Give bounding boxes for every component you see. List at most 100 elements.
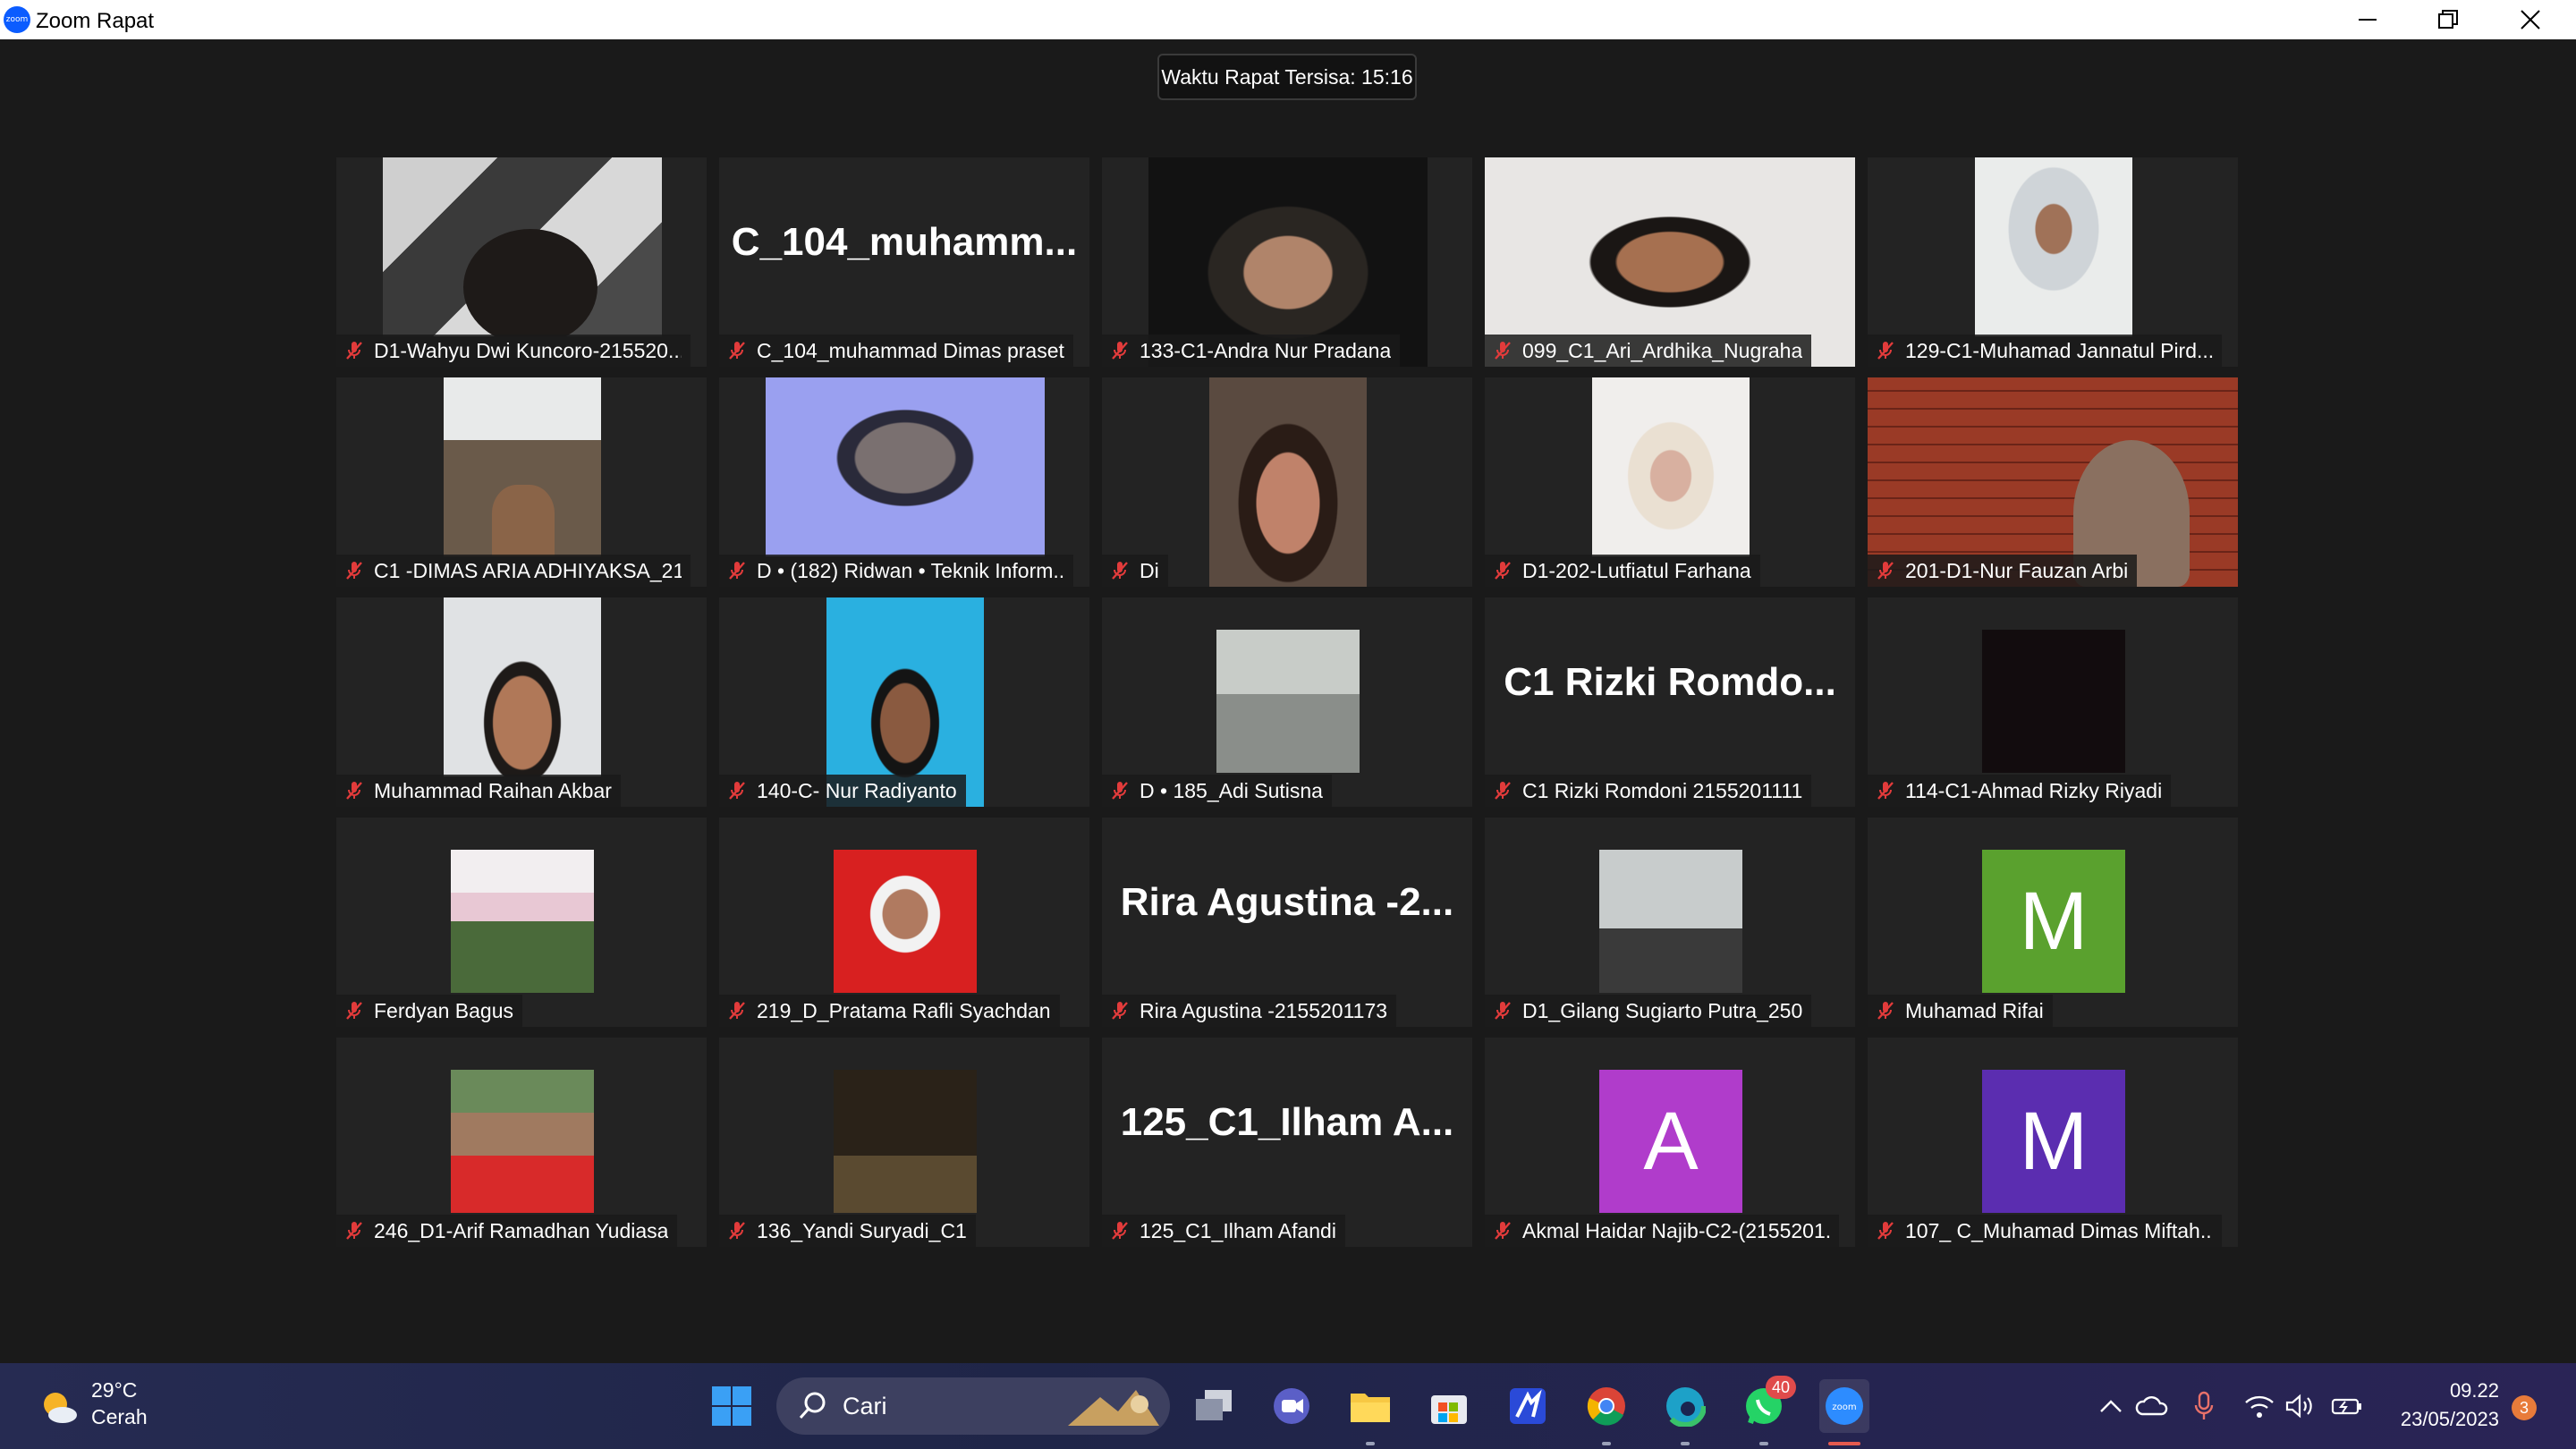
participant-tile[interactable]: D1-202-Lutfiatul Farhana bbox=[1485, 377, 1855, 587]
participant-name-label: D • (182) Ridwan • Teknik Inform... bbox=[719, 555, 1073, 587]
chat-icon bbox=[1274, 1388, 1309, 1424]
edge-button[interactable] bbox=[1662, 1383, 1708, 1429]
mic-muted-icon bbox=[1875, 560, 1896, 581]
restore-button[interactable] bbox=[2408, 0, 2488, 39]
mic-muted-icon bbox=[1492, 340, 1513, 361]
mic-muted-icon bbox=[726, 1220, 748, 1241]
participant-name-label: Muhammad Raihan Akbar bbox=[336, 775, 621, 807]
task-view-button[interactable] bbox=[1191, 1383, 1238, 1429]
running-indicator bbox=[1759, 1442, 1768, 1445]
participant-tile[interactable]: 219_D_Pratama Rafli Syachdan bbox=[719, 818, 1089, 1027]
battery-charging-icon bbox=[2331, 1398, 2361, 1415]
participant-tile[interactable]: 246_D1-Arif Ramadhan Yudiasa bbox=[336, 1038, 707, 1247]
participant-name-label: 201-D1-Nur Fauzan Arbi bbox=[1868, 555, 2138, 587]
search-placeholder: Cari bbox=[843, 1393, 887, 1419]
participant-video bbox=[1592, 377, 1750, 556]
meeting-time-remaining: Waktu Rapat Tersisa: 15:16 bbox=[1157, 54, 1417, 100]
folder-icon bbox=[1351, 1394, 1390, 1422]
close-button[interactable] bbox=[2490, 0, 2571, 39]
whatsapp-unread-badge: 40 bbox=[1766, 1376, 1796, 1399]
participant-tile[interactable]: 133-C1-Andra Nur Pradana bbox=[1102, 157, 1472, 367]
participant-tile[interactable]: D1-Wahyu Dwi Kuncoro-215520... bbox=[336, 157, 707, 367]
minimize-button[interactable] bbox=[2327, 0, 2408, 39]
restore-icon bbox=[2438, 10, 2458, 29]
zoom-icon: zoom bbox=[1826, 1387, 1863, 1425]
mic-muted-icon bbox=[1109, 1000, 1131, 1021]
chevron-up-icon bbox=[2100, 1400, 2122, 1412]
participant-tile[interactable]: 099_C1_Ari_Ardhika_Nugraha bbox=[1485, 157, 1855, 367]
weather-description[interactable]: Cerah bbox=[91, 1405, 148, 1429]
participant-tile[interactable]: A Akmal Haidar Najib-C2-(2155201... bbox=[1485, 1038, 1855, 1247]
participant-photo bbox=[834, 850, 977, 993]
participant-tile[interactable]: 125_C1_Ilham A... 125_C1_Ilham Afandi bbox=[1102, 1038, 1472, 1247]
participant-tile[interactable]: Di bbox=[1102, 377, 1472, 587]
zoom-button[interactable]: zoom bbox=[1819, 1379, 1869, 1433]
mic-muted-icon bbox=[1109, 340, 1131, 361]
participant-tile[interactable]: Ferdyan Bagus bbox=[336, 818, 707, 1027]
microphone-in-use-button[interactable] bbox=[2186, 1388, 2222, 1424]
participant-tile[interactable]: D • 185_Adi Sutisna bbox=[1102, 597, 1472, 807]
microphone-icon bbox=[2194, 1391, 2214, 1419]
network-button[interactable] bbox=[2241, 1388, 2277, 1424]
speaker-icon bbox=[2285, 1394, 2312, 1419]
mic-muted-icon bbox=[1875, 1000, 1896, 1021]
notification-count-badge[interactable]: 3 bbox=[2512, 1395, 2537, 1420]
participant-tile[interactable]: 201-D1-Nur Fauzan Arbi bbox=[1868, 377, 2238, 587]
participant-name-label: 140-C- Nur Radiyanto bbox=[719, 775, 966, 807]
weather-temperature[interactable]: 29°C bbox=[91, 1378, 137, 1402]
participant-name-label: Akmal Haidar Najib-C2-(2155201... bbox=[1485, 1215, 1839, 1247]
start-button[interactable] bbox=[708, 1383, 755, 1429]
participant-name-label: D1-202-Lutfiatul Farhana bbox=[1485, 555, 1760, 587]
participant-photo bbox=[1599, 850, 1742, 993]
window-title: Zoom Rapat bbox=[36, 9, 155, 33]
mic-muted-icon bbox=[343, 560, 365, 581]
participant-tile[interactable]: M 107_ C_Muhamad Dimas Miftah... bbox=[1868, 1038, 2238, 1247]
participant-avatar: M bbox=[1982, 850, 2125, 993]
participant-name-label: D1-Wahyu Dwi Kuncoro-215520... bbox=[336, 335, 691, 367]
clock-date[interactable]: 23/05/2023 bbox=[2383, 1408, 2499, 1431]
mic-muted-icon bbox=[1109, 560, 1131, 581]
participant-tile[interactable]: D1_Gilang Sugiarto Putra_250 bbox=[1485, 818, 1855, 1027]
battery-button[interactable] bbox=[2329, 1388, 2365, 1424]
teams-chat-button[interactable] bbox=[1268, 1383, 1315, 1429]
participant-tile[interactable]: 114-C1-Ahmad Rizky Riyadi bbox=[1868, 597, 2238, 807]
participant-tile[interactable]: D • (182) Ridwan • Teknik Inform... bbox=[719, 377, 1089, 587]
windows-icon bbox=[712, 1386, 751, 1426]
participant-photo bbox=[1982, 630, 2125, 773]
participant-photo bbox=[451, 1070, 594, 1213]
weather-icon[interactable] bbox=[36, 1385, 80, 1429]
app-button[interactable] bbox=[1504, 1383, 1551, 1429]
participant-tile[interactable]: Rira Agustina -2... Rira Agustina -21552… bbox=[1102, 818, 1472, 1027]
participant-name-label: C1 -DIMAS ARIA ADHIYAKSA_21... bbox=[336, 555, 691, 587]
onedrive-button[interactable] bbox=[2132, 1388, 2172, 1424]
participant-tile[interactable]: C1 Rizki Romdo... C1 Rizki Romdoni 21552… bbox=[1485, 597, 1855, 807]
mic-muted-icon bbox=[1875, 1220, 1896, 1241]
participant-name-label: C1 Rizki Romdoni 2155201111 bbox=[1485, 775, 1812, 807]
participant-tile[interactable]: 140-C- Nur Radiyanto bbox=[719, 597, 1089, 807]
volume-button[interactable] bbox=[2283, 1388, 2318, 1424]
participant-video bbox=[383, 157, 662, 336]
mic-muted-icon bbox=[726, 780, 748, 801]
show-hidden-icons-button[interactable] bbox=[2095, 1390, 2127, 1422]
taskbar-search[interactable]: Cari bbox=[776, 1377, 1170, 1435]
participant-name-label: 219_D_Pratama Rafli Syachdan bbox=[719, 995, 1060, 1027]
participant-tile[interactable]: Muhammad Raihan Akbar bbox=[336, 597, 707, 807]
participant-tile[interactable]: 129-C1-Muhamad Jannatul Pird... bbox=[1868, 157, 2238, 367]
title-bar: zoom Zoom Rapat bbox=[0, 0, 2576, 39]
mic-muted-icon bbox=[726, 1000, 748, 1021]
store-button[interactable] bbox=[1426, 1383, 1472, 1429]
participant-tile[interactable]: C1 -DIMAS ARIA ADHIYAKSA_21... bbox=[336, 377, 707, 587]
wifi-icon bbox=[2245, 1395, 2274, 1418]
clock-time[interactable]: 09.22 bbox=[2442, 1379, 2499, 1402]
chrome-button[interactable] bbox=[1583, 1383, 1630, 1429]
participant-name-label: Muhamad Rifai bbox=[1868, 995, 2053, 1027]
file-explorer-button[interactable] bbox=[1347, 1383, 1394, 1429]
participant-tile[interactable]: C_104_muhamm... C_104_muhammad Dimas pra… bbox=[719, 157, 1089, 367]
participant-name-label: 107_ C_Muhamad Dimas Miftah... bbox=[1868, 1215, 2222, 1247]
search-icon bbox=[799, 1392, 826, 1419]
participant-name-label: 125_C1_Ilham Afandi bbox=[1102, 1215, 1345, 1247]
participant-tile[interactable]: M Muhamad Rifai bbox=[1868, 818, 2238, 1027]
participant-tile[interactable]: 136_Yandi Suryadi_C1 bbox=[719, 1038, 1089, 1247]
participant-video bbox=[1975, 157, 2132, 336]
mic-muted-icon bbox=[1492, 560, 1513, 581]
